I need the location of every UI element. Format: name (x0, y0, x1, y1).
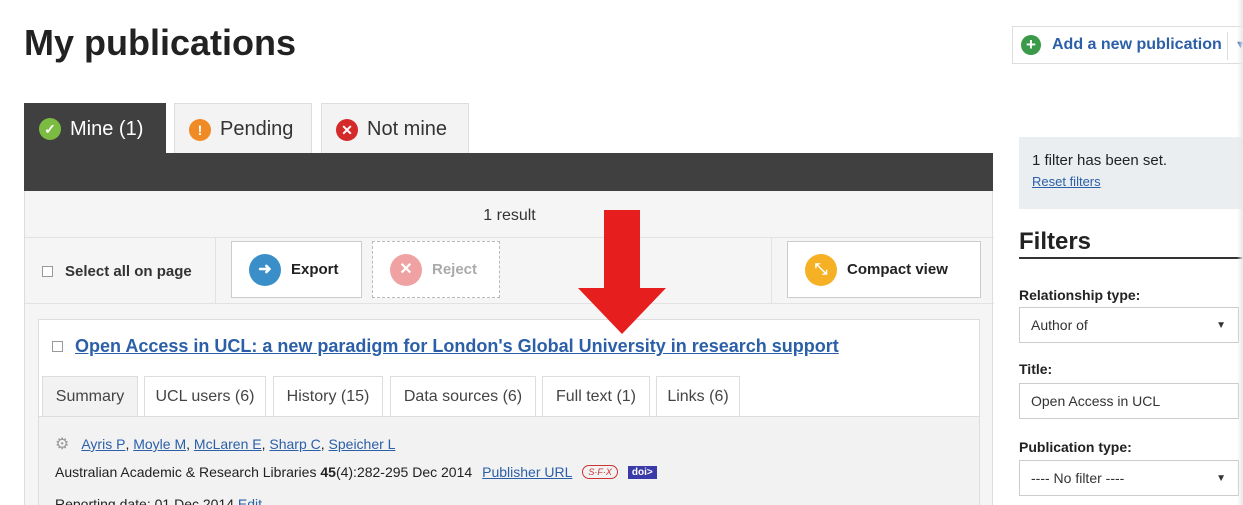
filter-notice: 1 filter has been set. Reset filters (1019, 137, 1243, 209)
volume: 45 (320, 464, 336, 480)
issue-pages-date: (4):282-295 Dec 2014 (335, 464, 473, 480)
publication-checkbox[interactable] (52, 341, 63, 352)
sub-tab-data-sources[interactable]: Data sources (6) (390, 376, 536, 416)
journal-name: Australian Academic & Research Libraries (55, 464, 317, 480)
x-circle-icon: ✕ (390, 253, 422, 286)
publication-title[interactable]: Open Access in UCL: a new paradigm for L… (75, 336, 839, 357)
add-publication-button[interactable]: + Add a new publication ▼ (1012, 26, 1243, 64)
divider (25, 237, 994, 238)
citation: Australian Academic & Research Libraries… (55, 464, 657, 480)
check-circle-icon: ✓ (39, 118, 61, 140)
window-edge (1237, 0, 1243, 505)
summary-panel: ⚙ Ayris P, Moyle M, McLaren E, Sharp C, … (39, 416, 979, 505)
result-count: 1 result (483, 207, 536, 224)
tab-pending[interactable]: ! Pending (174, 103, 312, 155)
tab-label: Pending (220, 118, 294, 140)
reject-button[interactable]: ✕ Reject (372, 241, 500, 298)
red-arrow-annotation (578, 210, 666, 334)
publication-card: Open Access in UCL: a new paradigm for L… (38, 319, 980, 505)
publication-type-select[interactable]: ---- No filter ---- ▼ (1019, 460, 1239, 496)
publication-type-label: Publication type: (1019, 439, 1132, 455)
author-link[interactable]: Sharp C (269, 436, 320, 452)
select-all-label: Select all on page (65, 263, 192, 280)
doi-link[interactable]: doi> (627, 465, 657, 479)
tab-label: Not mine (367, 118, 448, 140)
reset-filters-link[interactable]: Reset filters (1032, 174, 1236, 189)
sub-tab-label: Links (6) (667, 387, 729, 405)
divider (215, 237, 216, 303)
relationship-type-label: Relationship type: (1019, 287, 1141, 303)
title-filter-label: Title: (1019, 361, 1053, 377)
author-link[interactable]: Ayris P (81, 436, 125, 452)
sub-tab-summary[interactable]: Summary (42, 376, 138, 416)
reject-label: Reject (432, 261, 478, 278)
author-link[interactable]: McLaren E (194, 436, 262, 452)
authors-list: ⚙ Ayris P, Moyle M, McLaren E, Sharp C, … (55, 434, 395, 454)
sub-tab-label: UCL users (6) (155, 387, 255, 405)
author-link[interactable]: Moyle M (133, 436, 186, 452)
sfx-link[interactable]: S·F·X (582, 465, 618, 479)
title-filter-input[interactable]: Open Access in UCL (1019, 383, 1239, 419)
compact-view-button[interactable]: ⤡ Compact view (787, 241, 981, 298)
tab-content-bar (24, 153, 993, 191)
sub-tab-full-text[interactable]: Full text (1) (542, 376, 650, 416)
filters-heading: Filters (1019, 228, 1092, 255)
publication-type-value: ---- No filter ---- (1031, 470, 1125, 486)
tab-mine[interactable]: ✓ Mine (1) (24, 103, 166, 155)
separator: , (320, 436, 329, 452)
add-publication-label: Add a new publication (1052, 36, 1222, 53)
page-title: My publications (24, 22, 297, 63)
separator: , (261, 436, 270, 452)
sub-tab-label: Summary (55, 387, 125, 405)
publication-title-link[interactable]: Open Access in UCL: a new paradigm for L… (52, 336, 839, 357)
filter-notice-text: 1 filter has been set. (1032, 152, 1168, 169)
sub-tab-label: Data sources (6) (403, 387, 523, 405)
compress-icon: ⤡ (805, 253, 837, 286)
export-label: Export (291, 261, 339, 278)
edit-link[interactable]: Edit (238, 496, 262, 505)
publisher-url-link[interactable]: Publisher URL (482, 464, 572, 480)
divider (1019, 257, 1243, 259)
select-all-checkbox[interactable]: Select all on page (42, 263, 192, 280)
x-circle-icon: ✕ (336, 118, 358, 141)
reporting-date-text: Reporting date: 01 Dec 2014 (55, 496, 235, 505)
gear-icon: ⚙ (55, 436, 70, 453)
sub-tab-label: History (15) (286, 387, 370, 405)
separator: , (125, 436, 134, 452)
chevron-down-icon: ▼ (1216, 319, 1226, 331)
reporting-date: Reporting date: 01 Dec 2014 Edit (55, 496, 262, 505)
compact-view-label: Compact view (847, 261, 948, 278)
tab-not-mine[interactable]: ✕ Not mine (321, 103, 469, 155)
relationship-type-value: Author of (1031, 317, 1088, 333)
export-icon: ➜ (249, 253, 281, 286)
sub-tab-label: Full text (1) (555, 387, 636, 405)
divider (771, 237, 772, 303)
sub-tab-history[interactable]: History (15) (273, 376, 383, 416)
separator: , (186, 436, 194, 452)
tab-label: Mine (1) (70, 117, 144, 140)
divider (25, 303, 994, 304)
plus-circle-icon: + (1021, 35, 1041, 55)
title-filter-value: Open Access in UCL (1031, 393, 1161, 409)
sub-tab-links[interactable]: Links (6) (656, 376, 740, 416)
chevron-down-icon: ▼ (1216, 472, 1226, 484)
sub-tab-ucl-users[interactable]: UCL users (6) (144, 376, 266, 416)
checkbox[interactable] (42, 266, 53, 277)
export-button[interactable]: ➜ Export (231, 241, 362, 298)
divider (1227, 32, 1228, 60)
author-link[interactable]: Speicher L (329, 436, 396, 452)
relationship-type-select[interactable]: Author of ▼ (1019, 307, 1239, 343)
exclamation-circle-icon: ! (189, 118, 211, 141)
